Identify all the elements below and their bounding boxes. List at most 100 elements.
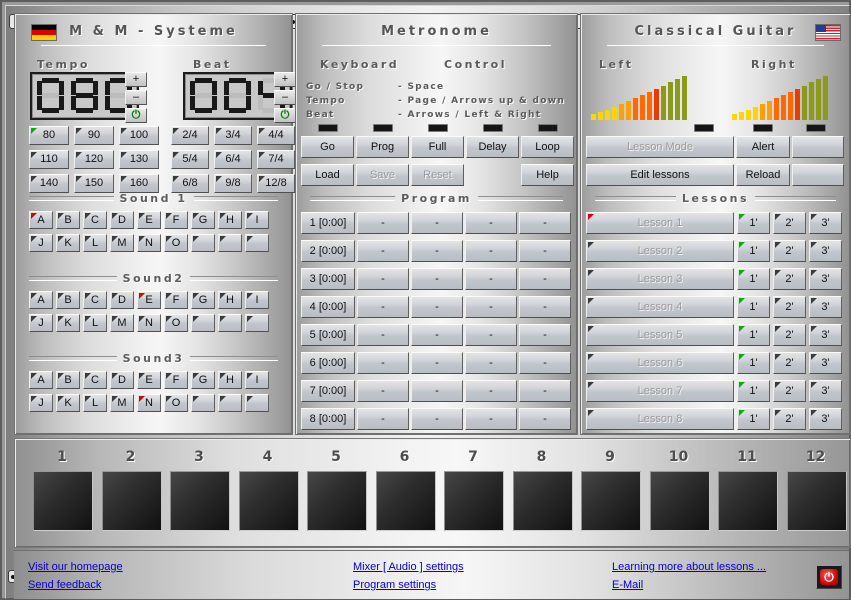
lesson-1-time-2min[interactable]: 2' (773, 212, 806, 234)
program-cell-5-2[interactable]: - (411, 324, 463, 346)
right-button-alert[interactable]: Alert (736, 136, 790, 158)
mid-button-save[interactable]: Save (356, 164, 409, 186)
right-button-edit-lessons[interactable]: Edit lessons (586, 164, 734, 186)
lesson-button-2[interactable]: Lesson 2 (586, 240, 734, 262)
sound-key-D[interactable]: D (110, 291, 134, 309)
lesson-2-time-1min[interactable]: 1' (737, 240, 770, 262)
sound-key-N[interactable]: N (137, 314, 161, 332)
lesson-button-8[interactable]: Lesson 8 (586, 408, 734, 430)
sound-key-A[interactable]: A (29, 211, 53, 229)
sound-key-C[interactable]: C (83, 371, 107, 389)
program-row-label-3[interactable]: 3 [0:00] (301, 268, 355, 290)
sound-key-empty-16[interactable] (218, 234, 242, 252)
sound-key-empty-15[interactable] (191, 394, 215, 412)
program-row-label-2[interactable]: 2 [0:00] (301, 240, 355, 262)
sound-key-G[interactable]: G (191, 211, 215, 229)
lesson-1-time-1min[interactable]: 1' (737, 212, 770, 234)
link-email[interactable]: E-Mail (612, 579, 643, 591)
pad-12[interactable] (787, 471, 847, 531)
lesson-5-time-3min[interactable]: 3' (809, 324, 842, 346)
lesson-4-time-1min[interactable]: 1' (737, 296, 770, 318)
tempo-preset-80[interactable]: 80 (29, 126, 69, 145)
lesson-6-time-1min[interactable]: 1' (737, 352, 770, 374)
mid-button-help[interactable]: Help (521, 164, 574, 186)
right-button-lesson-mode[interactable]: Lesson Mode (586, 136, 734, 158)
program-cell-2-4[interactable]: - (519, 240, 571, 262)
beat-preset-6-8[interactable]: 6/8 (171, 174, 209, 193)
mid-button-delay[interactable]: Delay (466, 136, 519, 158)
lesson-2-time-2min[interactable]: 2' (773, 240, 806, 262)
pad-8[interactable] (513, 471, 573, 531)
sound-key-G[interactable]: G (191, 291, 215, 309)
pad-9[interactable] (581, 471, 641, 531)
tempo-preset-130[interactable]: 130 (119, 150, 159, 169)
sound-key-O[interactable]: O (164, 234, 188, 252)
lesson-2-time-3min[interactable]: 3' (809, 240, 842, 262)
sound-key-K[interactable]: K (56, 234, 80, 252)
beat-plus-button[interactable]: + (274, 72, 296, 87)
sound-key-L[interactable]: L (83, 394, 107, 412)
beat-minus-button[interactable]: – (274, 90, 296, 105)
program-cell-3-3[interactable]: - (465, 268, 517, 290)
program-cell-7-2[interactable]: - (411, 380, 463, 402)
sound-key-F[interactable]: F (164, 211, 188, 229)
beat-preset-3-4[interactable]: 3/4 (214, 126, 252, 145)
lesson-7-time-1min[interactable]: 1' (737, 380, 770, 402)
sound-key-L[interactable]: L (83, 234, 107, 252)
right-button-empty-1[interactable] (792, 136, 844, 158)
lesson-button-5[interactable]: Lesson 5 (586, 324, 734, 346)
sound-key-M[interactable]: M (110, 394, 134, 412)
lesson-button-6[interactable]: Lesson 6 (586, 352, 734, 374)
right-button-empty-2[interactable] (792, 164, 844, 186)
mid-button-prog[interactable]: Prog (356, 136, 409, 158)
sound-key-J[interactable]: J (29, 394, 53, 412)
program-row-label-5[interactable]: 5 [0:00] (301, 324, 355, 346)
sound-key-E[interactable]: E (137, 211, 161, 229)
program-cell-1-1[interactable]: - (357, 212, 409, 234)
lesson-button-1[interactable]: Lesson 1 (586, 212, 734, 234)
program-row-label-7[interactable]: 7 [0:00] (301, 380, 355, 402)
beat-preset-12-8[interactable]: 12/8 (257, 174, 295, 193)
sound-key-B[interactable]: B (56, 291, 80, 309)
beat-preset-7-4[interactable]: 7/4 (257, 150, 295, 169)
sound-key-N[interactable]: N (137, 234, 161, 252)
beat-power-button[interactable]: ⏻ (274, 108, 296, 123)
sound-key-K[interactable]: K (56, 314, 80, 332)
right-button-reload[interactable]: Reload (736, 164, 790, 186)
sound-key-C[interactable]: C (83, 291, 107, 309)
sound-key-E[interactable]: E (137, 291, 161, 309)
program-row-label-1[interactable]: 1 [0:00] (301, 212, 355, 234)
sound-key-O[interactable]: O (164, 394, 188, 412)
tempo-preset-140[interactable]: 140 (29, 174, 69, 193)
lesson-7-time-3min[interactable]: 3' (809, 380, 842, 402)
sound-key-K[interactable]: K (56, 394, 80, 412)
lesson-8-time-3min[interactable]: 3' (809, 408, 842, 430)
pad-2[interactable] (102, 471, 162, 531)
sound-key-empty-17[interactable] (245, 314, 269, 332)
link-program-settings[interactable]: Program settings (353, 579, 436, 591)
lesson-3-time-3min[interactable]: 3' (809, 268, 842, 290)
pad-3[interactable] (170, 471, 230, 531)
sound-key-N[interactable]: N (137, 394, 161, 412)
beat-preset-2-4[interactable]: 2/4 (171, 126, 209, 145)
beat-preset-9-8[interactable]: 9/8 (214, 174, 252, 193)
program-cell-6-4[interactable]: - (519, 352, 571, 374)
pad-5[interactable] (307, 471, 367, 531)
tempo-preset-160[interactable]: 160 (119, 174, 159, 193)
sound-key-B[interactable]: B (56, 371, 80, 389)
tempo-preset-110[interactable]: 110 (29, 150, 69, 169)
mid-button-loop[interactable]: Loop (521, 136, 574, 158)
program-cell-8-2[interactable]: - (411, 408, 463, 430)
program-cell-3-1[interactable]: - (357, 268, 409, 290)
link-visit-homepage[interactable]: Visit our homepage (28, 561, 123, 573)
program-cell-6-3[interactable]: - (465, 352, 517, 374)
sound-key-I[interactable]: I (245, 211, 269, 229)
lesson-button-4[interactable]: Lesson 4 (586, 296, 734, 318)
lesson-1-time-3min[interactable]: 3' (809, 212, 842, 234)
program-row-label-8[interactable]: 8 [0:00] (301, 408, 355, 430)
beat-preset-4-4[interactable]: 4/4 (257, 126, 295, 145)
sound-key-D[interactable]: D (110, 211, 134, 229)
sound-key-empty-16[interactable] (218, 314, 242, 332)
pad-7[interactable] (444, 471, 504, 531)
sound-key-M[interactable]: M (110, 234, 134, 252)
